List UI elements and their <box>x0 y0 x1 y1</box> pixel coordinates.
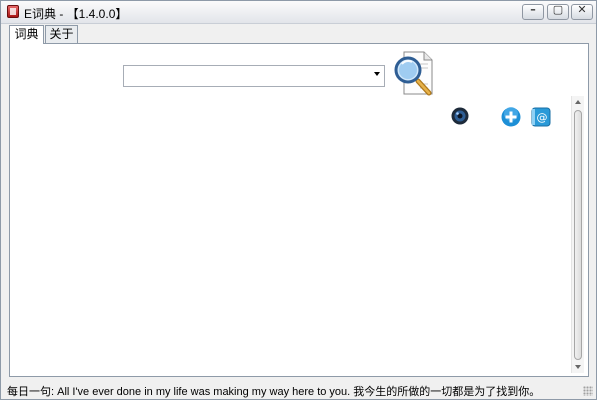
minimize-icon: – <box>530 3 536 16</box>
search-input[interactable] <box>126 67 364 85</box>
magnifier-document-icon <box>394 51 433 96</box>
tab-about[interactable]: 关于 <box>45 25 78 43</box>
maximize-icon: ▢ <box>552 3 564 16</box>
scrollbar-thumb[interactable] <box>574 110 582 360</box>
window-title: E词典 - 【1.4.0.0】 <box>24 7 128 21</box>
resize-grip-icon[interactable] <box>583 386 593 396</box>
close-icon: ✕ <box>577 3 587 16</box>
maximize-button[interactable]: ▢ <box>547 3 569 20</box>
dictionary-panel: @ <box>9 43 589 377</box>
speaker-icon[interactable] <box>451 107 469 125</box>
search-button[interactable] <box>392 50 436 98</box>
app-window: E词典 - 【1.4.0.0】 – ▢ ✕ 词典 关于 @ 每日一句: All … <box>0 0 597 400</box>
scroll-down-icon[interactable] <box>575 365 581 369</box>
speaker-graphic <box>451 107 469 125</box>
vertical-scrollbar[interactable] <box>571 96 584 373</box>
search-combo[interactable] <box>123 65 385 87</box>
tab-dictionary[interactable]: 词典 <box>9 25 44 44</box>
close-button[interactable]: ✕ <box>571 3 593 20</box>
scroll-up-icon[interactable] <box>575 100 581 104</box>
daily-sentence: 每日一句: All I've ever done in my life was … <box>7 386 541 398</box>
minimize-button[interactable]: – <box>522 3 544 20</box>
dictionary-app-icon <box>7 5 19 18</box>
add-graphic <box>501 107 521 127</box>
chevron-down-icon[interactable] <box>374 72 380 76</box>
title-bar[interactable]: E词典 - 【1.4.0.0】 – ▢ ✕ <box>1 1 596 24</box>
email-graphic: @ <box>531 107 551 127</box>
svg-text:@: @ <box>537 111 548 124</box>
status-bar: 每日一句: All I've ever done in my life was … <box>1 379 596 399</box>
email-icon[interactable]: @ <box>531 107 551 127</box>
add-icon[interactable] <box>501 107 521 127</box>
